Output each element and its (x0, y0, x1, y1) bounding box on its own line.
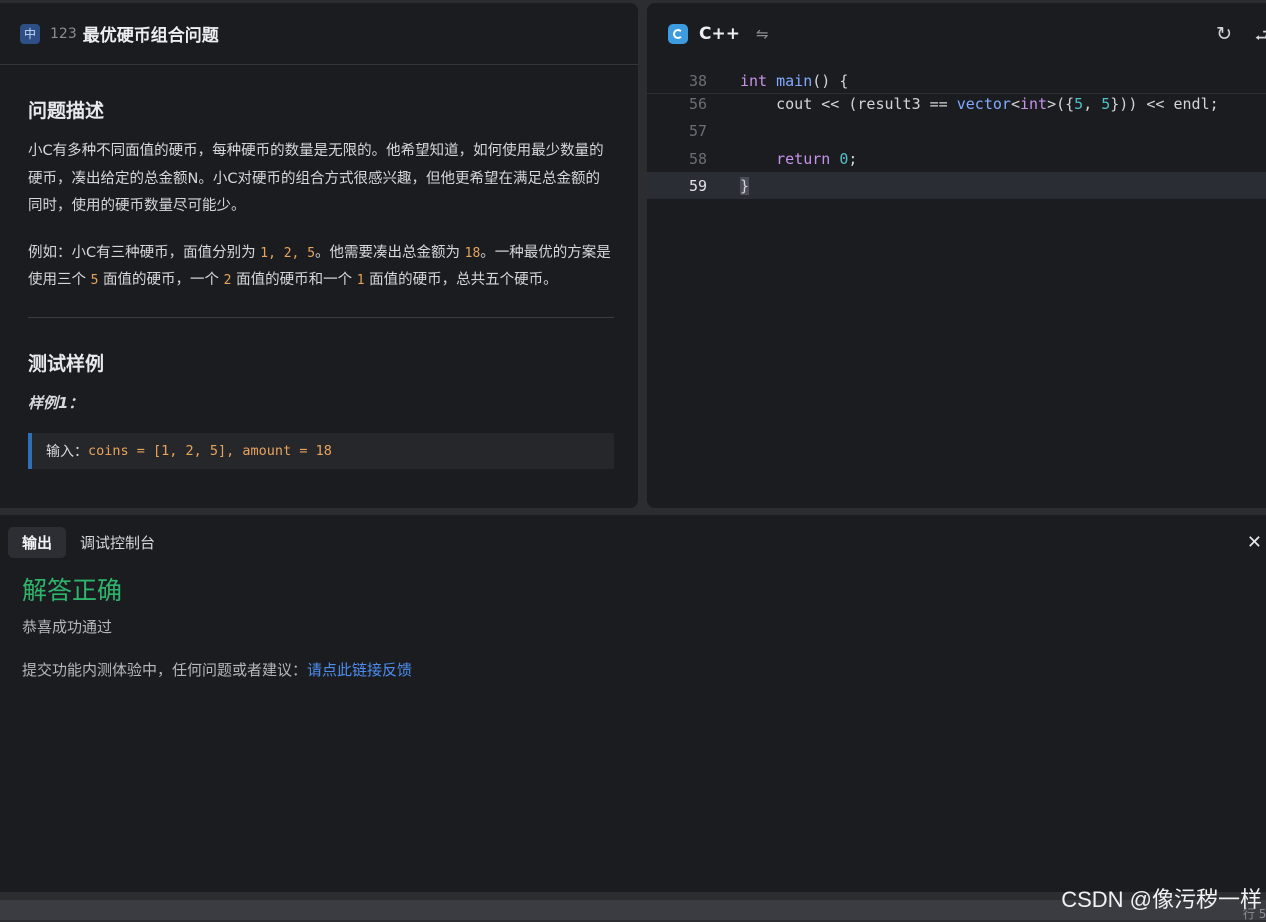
feedback-text: 提交功能内测体验中，任何问题或者建议：请点此链接反馈 (22, 659, 412, 680)
problem-header: 中 123 最优硬币组合问题 (0, 3, 638, 65)
feedback-prompt: 提交功能内测体验中，任何问题或者建议： (22, 661, 308, 679)
code-text: return 0; (740, 150, 857, 168)
example-text: 。他需要凑出总金额为 (315, 244, 465, 261)
example-text: 面值的硬币，总共五个硬币。 (364, 272, 558, 288)
section-divider (28, 316, 614, 318)
example-value: 1 (356, 273, 365, 288)
example-value: 5 (307, 245, 316, 261)
tab-debug-console[interactable]: 调试控制台 (66, 527, 169, 558)
sample-input-box: 输入： coins = [1, 2, 5], amount = 18 (28, 432, 614, 469)
line-number: 56 (688, 94, 707, 113)
code-editor[interactable]: 38 int main() { 56 cout << (result3 == v… (647, 65, 1266, 508)
line-number: 59 (688, 176, 707, 195)
wrap-icon[interactable]: ⮐ (1255, 23, 1266, 52)
swap-icon[interactable]: ⇋ (756, 25, 769, 43)
code-token: ; (848, 149, 858, 168)
line-number: 38 (688, 71, 707, 90)
code-line: 58 return 0; (647, 145, 1266, 172)
number-token: 5 (1074, 94, 1084, 113)
editor-header: C++ ⇋ ↻ ⮐ (647, 3, 1266, 65)
line-number: 58 (688, 149, 707, 168)
keyword-token: return (776, 149, 831, 168)
code-token: })) << endl; (1110, 94, 1219, 113)
feedback-link[interactable]: 请点此链接反馈 (307, 661, 412, 679)
code-text: } (740, 176, 750, 195)
cpp-icon (668, 24, 688, 44)
output-panel: 输出 调试控制台 ✕ 解答正确 恭喜成功通过 提交功能内测体验中，任何问题或者建… (0, 515, 1266, 892)
keyword-token: int (1019, 94, 1048, 113)
code-text: cout << (result3 == vector<int>({5, 5}))… (740, 95, 1219, 113)
editor-panel: C++ ⇋ ↻ ⮐ 38 int main() { 56 cout << (re… (647, 3, 1266, 508)
output-tabs: 输出 调试控制台 (8, 527, 169, 558)
code-line-current: 59 } (647, 172, 1266, 199)
example-value: 18 (464, 245, 481, 261)
result-subtitle: 恭喜成功通过 (22, 618, 113, 636)
reset-icon[interactable]: ↻ (1216, 23, 1232, 45)
problem-title: 最优硬币组合问题 (82, 26, 219, 46)
example-sep: , (268, 245, 284, 261)
problem-content: 问题描述 小C有多种不同面值的硬币，每种硬币的数量是无限的。他希望知道，如何使用… (0, 96, 638, 469)
sample-input-label: 输入： (46, 443, 88, 460)
close-icon[interactable]: ✕ (1247, 532, 1262, 553)
example-text: 面值的硬币和一个 (231, 272, 357, 288)
function-token: vector (956, 94, 1011, 113)
tab-output[interactable]: 输出 (8, 527, 67, 558)
code-line: 56 cout << (result3 == vector<int>({5, 5… (647, 90, 1266, 117)
example-paragraph: 例如：小C有三种硬币，面值分别为 1, 2, 5。他需要凑出总金额为 18。一种… (28, 240, 614, 295)
number-token: 5 (1101, 94, 1111, 113)
language-selector[interactable]: C++ (699, 24, 740, 44)
result-title: 解答正确 (22, 576, 123, 605)
problem-panel: 中 123 最优硬币组合问题 问题描述 小C有多种不同面值的硬币，每种硬币的数量… (0, 3, 638, 508)
example-value: 2 (283, 245, 292, 261)
example-sep: , (291, 245, 308, 261)
function-token: main (776, 71, 813, 90)
language-badge[interactable]: 中 (20, 23, 40, 44)
code-token: >({ (1047, 94, 1075, 113)
code-token: , (1083, 94, 1102, 113)
example-text: 例如：小C有三种硬币，面值分别为 (28, 244, 261, 261)
sample-label: 样例1： (28, 393, 84, 412)
code-token: cout << (result3 == (740, 94, 957, 113)
code-token: () { (812, 71, 849, 90)
watermark: CSDN @像污秽一样 (1061, 887, 1262, 912)
code-text: int main() { (740, 72, 848, 90)
code-token: } (740, 176, 750, 195)
line-number: 57 (688, 121, 707, 140)
description-paragraph: 小C有多种不同面值的硬币，每种硬币的数量是无限的。他希望知道，如何使用最少数量的… (28, 143, 604, 214)
tests-heading: 测试样例 (28, 352, 105, 375)
code-token: < (1010, 94, 1020, 113)
keyword-token: int (740, 71, 768, 90)
problem-id: 123 (50, 25, 77, 42)
description-heading: 问题描述 (28, 100, 105, 122)
code-line: 57 (647, 117, 1266, 144)
example-value: 1 (260, 245, 269, 261)
example-text: 面值的硬币，一个 (98, 272, 224, 288)
sample-input-code: coins = [1, 2, 5], amount = 18 (88, 442, 332, 459)
